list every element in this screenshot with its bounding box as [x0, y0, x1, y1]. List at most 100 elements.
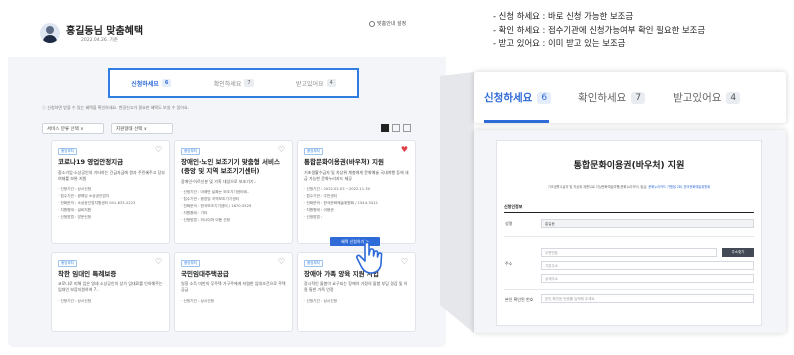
benefit-card-selected[interactable]: 중앙부처 ♥ 통합문화이용권(바우처) 지원 기초생활수급자 및 차상위 계층에…	[297, 140, 416, 244]
meta-line: · 지원형태 : 이용권	[304, 208, 334, 212]
tab-label: 확인하세요	[578, 92, 627, 104]
card-meta: · 신청기간 : 상시신청	[58, 298, 165, 305]
favorite-icon[interactable]: ♡	[155, 146, 162, 154]
application-detail-panel: 통합문화이용권(바우처) 지원 기초생활수급자 및 차상위 계층으로 이상문화예…	[474, 130, 786, 333]
app-header: 홍길동님 맞춤혜택 2022.04.26. 기준 맞춤안내 설정	[8, 5, 446, 57]
address-search-button[interactable]: 주소찾기	[722, 248, 754, 257]
detail-desc-text: 기초생활수급자 및 차상위 계층으로 이상문화예술여행(문화누리카드) 발급,	[547, 185, 648, 189]
card-desc: 일정 소득 미만의 무주택 가구주에게 저렴한 임대조건으로 주택 공급	[181, 281, 286, 292]
card-meta: · 신청기간 : 아래만 날짜는 보조기기센터에.. · 접수기관 : 중앙및 …	[181, 189, 288, 224]
card-tag: 중앙부처	[304, 148, 323, 155]
list-view-icon[interactable]	[392, 124, 400, 132]
address-label: 주소	[505, 261, 513, 266]
avatar	[40, 23, 60, 43]
card-desc: 장시적인 돌봄이 요구되는 장애아 가정의 돌봄 부담 경감 및 이용 통한 가…	[304, 281, 408, 292]
tab-check[interactable]: 확인하세요 7	[214, 79, 254, 88]
card-tag: 중앙부처	[58, 260, 77, 267]
application-form: 통합문화이용권(바우처) 지원 기초생활수급자 및 차상위 계층으로 이상문화예…	[496, 140, 762, 326]
user-date: 2022.04.26. 기준	[81, 38, 118, 43]
meta-line: · 접수기관 : 광해임 소상공인업자	[58, 194, 110, 198]
card-meta: · 신청기간 : 상시신청	[181, 298, 288, 305]
name-label: 성명	[505, 221, 513, 226]
favorite-icon[interactable]: ♡	[401, 258, 408, 266]
id-field[interactable]: 본인 확인된 번호를 입력해 주세요	[541, 294, 754, 303]
meta-line: · 신청방법 :	[304, 215, 323, 219]
benefit-card[interactable]: 중앙부처 ♡ 장애인·노인 보조기기 맞춤형 서비스 (중앙 및 지역 보조기기…	[174, 140, 293, 244]
tab-legend: - 신청 하세요 : 바로 신청 가능한 보조금 - 확인 하세요 : 접수기관…	[493, 10, 705, 51]
settings-link-label: 맞춤안내 설정	[377, 21, 407, 27]
detail-title: 통합문화이용권(바우처) 지원	[573, 161, 685, 171]
zoomed-tabs: 신청하세요 6 확인하세요 7 받고있어요 4	[474, 72, 786, 123]
detail-desc-link[interactable]: 문화누리카드 가맹점 2회, 한국문화예술위원회	[648, 185, 710, 189]
meta-line: · 신청기간 : 아래만 날짜는 보조기기센터에..	[181, 190, 250, 194]
meta-line: · 신청기간 : 상시신청	[181, 299, 215, 303]
meta-line: · 접수기관 : 주민센터	[304, 194, 338, 198]
legend-line: - 확인 하세요 : 접수기관에 신청가능여부 확인 필요한 보조금	[493, 24, 706, 35]
section-divider	[504, 212, 754, 213]
tab-count: 7	[631, 91, 646, 104]
meta-line: · 전화문의 : 한국문화예술위원회 / 1544-3412	[304, 201, 378, 205]
tab-apply[interactable]: 신청하세요 6	[484, 90, 552, 105]
meta-line: · 신청방법 : 하나이마 이용 신청	[181, 218, 230, 222]
favorite-filled-icon[interactable]: ♥	[401, 146, 408, 154]
tab-label: 받고있어요	[673, 92, 722, 104]
card-meta: · 신청기간 : 상시신청	[304, 298, 411, 305]
meta-line: · 전화문의 : 소상공인업지원센터 041-633-2223	[58, 201, 136, 205]
section-title: 신청인정보	[504, 204, 523, 209]
card-tag: 중앙부처	[181, 148, 200, 155]
tab-count: 7	[244, 79, 254, 87]
card-title: 국민임대주택공급	[181, 270, 229, 278]
card-desc: 중소기업·소상공인의 기타하는 긴급자금에 원자 주민혜주고 당부 여재를 보완…	[58, 170, 165, 181]
address-field[interactable]: 기본주소	[541, 261, 754, 270]
tab-label: 신청하세요	[484, 92, 533, 104]
id-label: 본인 확인된 번호	[505, 297, 534, 302]
detail-desc: 기초생활수급자 및 차상위 계층으로 이상문화예술여행(문화누리카드) 발급, …	[503, 184, 755, 189]
compact-view-icon[interactable]	[403, 124, 411, 132]
meta-line: · 지원형태 : 기타	[181, 211, 208, 215]
tab-check[interactable]: 확인하세요 7	[578, 90, 646, 105]
card-tag: 중앙부처	[181, 260, 200, 267]
benefit-card[interactable]: 중앙부처 ♡ 착한 임대인 특례보증 코로나로 피해 입은 영세 소상공인의 상…	[51, 252, 170, 332]
legend-line: - 신청 하세요 : 바로 신청 가능한 보조금	[493, 11, 634, 21]
card-desc: 기초생활수급자 및 차상위 계층에게 문화예술 국내여행 등에 세금 가능한 문…	[304, 170, 409, 181]
card-meta: · 신청기간 : 2022.02.03 ~2022.11.30 · 접수기관 :…	[304, 186, 411, 221]
favorite-icon[interactable]: ♡	[155, 258, 162, 266]
row-divider	[504, 289, 754, 290]
favorite-icon[interactable]: ♡	[278, 258, 285, 266]
tab-label: 확인하세요	[213, 80, 242, 88]
service-category-select[interactable]: 서비스 분류 선택 ∨	[42, 123, 104, 134]
meta-line: · 신청기간 : 2022.02.03 ~2022.11.30	[304, 187, 370, 191]
postcode-field[interactable]: 우편번호	[541, 248, 717, 257]
tab-count: 6	[161, 79, 172, 87]
settings-link[interactable]: 맞춤안내 설정	[369, 20, 406, 27]
tab-apply[interactable]: 신청하세요 6	[131, 79, 172, 88]
meta-line: · 신청방법 : 방문신청	[58, 215, 92, 219]
row-divider	[504, 236, 754, 237]
card-title: 통합문화이용권(바우처) 지원	[304, 158, 384, 166]
favorite-icon[interactable]: ♡	[278, 146, 285, 154]
tab-receiving[interactable]: 받고있어요 4	[296, 79, 336, 88]
user-name: 홍길동님 맞춤혜택	[66, 26, 144, 37]
grid-view-icon[interactable]	[381, 124, 389, 132]
benefit-card[interactable]: 중앙부처 ♡ 코로나19 영업안정지금 중소기업·소상공인의 기타하는 긴급자금…	[51, 140, 170, 244]
benefit-tabs: 신청하세요 6 확인하세요 7 받고있어요 4	[108, 68, 359, 98]
pointer-hand-icon	[355, 241, 383, 274]
name-field[interactable]: 홍길동	[541, 219, 754, 228]
meta-line: · 신청기간 : 상시신청	[304, 299, 338, 303]
tab-receiving[interactable]: 받고있어요 4	[673, 90, 741, 105]
card-meta: · 신청기간 : 상시신청 · 접수기관 : 광해임 소상공인업자 · 전화문의…	[58, 186, 165, 221]
tab-count: 6	[537, 91, 552, 104]
support-type-select[interactable]: 지원형태 선택 ∨	[111, 123, 173, 134]
card-desc: 장애인·어르신분 및 가족 대상으로 보조기기..	[181, 179, 257, 184]
tab-label: 받고있어요	[295, 80, 324, 88]
settings-icon	[369, 20, 375, 27]
card-title: 착한 임대인 특례보증	[58, 270, 117, 278]
address-detail-field[interactable]: 상세주소	[541, 274, 754, 283]
card-title: 코로나19 영업안정지금	[58, 158, 124, 166]
card-tag: 중앙부처	[58, 148, 77, 155]
meta-line: · 지원형태 : 설비지원	[58, 208, 92, 212]
active-tab-indicator	[484, 120, 549, 123]
tab-count: 4	[726, 91, 741, 104]
card-tag: 중앙부처	[304, 260, 323, 267]
benefit-card[interactable]: 중앙부처 ♡ 국민임대주택공급 일정 소득 미만의 무주택 가구주에게 저렴한 …	[174, 252, 293, 332]
